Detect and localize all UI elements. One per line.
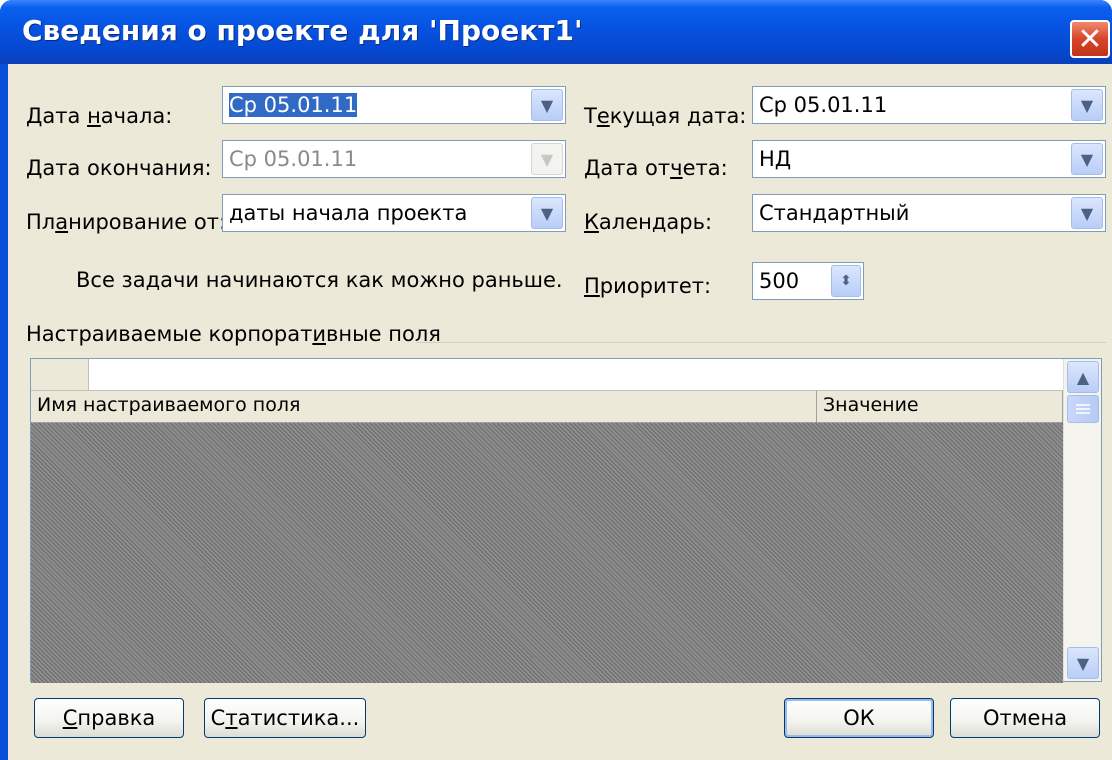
dialog-title: Сведения о проекте для 'Проект1': [22, 14, 583, 47]
current-date-combo[interactable]: Ср 05.01.11 ▼: [752, 86, 1106, 124]
start-date-combo[interactable]: Ср 05.01.11 ▼: [222, 86, 566, 124]
group-divider: [416, 342, 1106, 343]
finish-date-combo: Ср 05.01.11 ▼: [222, 140, 566, 178]
column-header-field-name[interactable]: Имя настраиваемого поля: [31, 391, 817, 423]
custom-fields-label: Настраиваемые корпоративные поля: [26, 322, 441, 346]
current-date-value: Ср 05.01.11: [759, 93, 888, 117]
start-date-value: Ср 05.01.11: [229, 93, 358, 117]
status-date-label: Дата отчета:: [584, 156, 728, 180]
status-date-value: НД: [759, 147, 792, 171]
project-info-dialog: Сведения о проекте для 'Проект1' ✕ Дата …: [0, 0, 1112, 760]
start-date-label: Дата начала:: [26, 104, 173, 128]
chevron-down-icon[interactable]: ▼: [1071, 89, 1103, 121]
statistics-button[interactable]: Ст атистика...: [204, 698, 366, 738]
priority-label: Приоритет:: [584, 274, 712, 298]
finish-date-value: Ср 05.01.11: [229, 147, 358, 171]
calendar-combo[interactable]: Стандартный ▼: [752, 194, 1106, 232]
grid-empty-area: [31, 423, 1063, 683]
chevron-down-icon[interactable]: ▼: [1071, 143, 1103, 175]
cancel-button[interactable]: Отмена: [950, 698, 1100, 738]
priority-spinner[interactable]: 500 ⬍: [752, 262, 864, 300]
current-date-label: Текущая дата:: [584, 104, 747, 128]
title-bar[interactable]: Сведения о проекте для 'Проект1' ✕: [0, 0, 1112, 64]
ok-button[interactable]: ОК: [784, 698, 934, 738]
dialog-body: Дата начала: Ср 05.01.11 ▼ Дата окончани…: [8, 64, 1112, 760]
scroll-thumb[interactable]: [1067, 395, 1099, 423]
chevron-down-icon[interactable]: ▼: [1071, 197, 1103, 229]
grid-edit-bar[interactable]: [89, 359, 1063, 391]
calendar-label: Календарь:: [584, 210, 713, 234]
custom-fields-grid[interactable]: Имя настраиваемого поля Значение ▲ ▼: [30, 358, 1102, 683]
close-icon: ✕: [1077, 21, 1103, 57]
arrow-down-icon[interactable]: ▼: [1067, 647, 1099, 679]
scheduling-note: Все задачи начинаются как можно раньше.: [76, 268, 563, 292]
chevron-down-icon: ▼: [531, 143, 563, 175]
priority-value: 500: [759, 269, 800, 293]
chevron-down-icon[interactable]: ▼: [531, 89, 563, 121]
column-header-value[interactable]: Значение: [817, 391, 1063, 423]
calendar-value: Стандартный: [759, 201, 910, 225]
grid-scrollbar[interactable]: ▲ ▼: [1063, 359, 1101, 681]
grid-corner: [31, 359, 89, 391]
chevron-down-icon[interactable]: ▼: [531, 197, 563, 229]
help-button[interactable]: Справка: [34, 698, 184, 738]
status-date-combo[interactable]: НД ▼: [752, 140, 1106, 178]
schedule-from-combo[interactable]: даты начала проекта ▼: [222, 194, 566, 232]
schedule-from-value: даты начала проекта: [229, 201, 468, 225]
spinner-arrows-icon[interactable]: ⬍: [831, 265, 861, 297]
finish-date-label: Дата окончания:: [26, 156, 212, 180]
arrow-up-icon[interactable]: ▲: [1067, 361, 1099, 393]
close-button[interactable]: ✕: [1070, 20, 1110, 58]
schedule-from-label: Планирование от:: [26, 210, 227, 234]
